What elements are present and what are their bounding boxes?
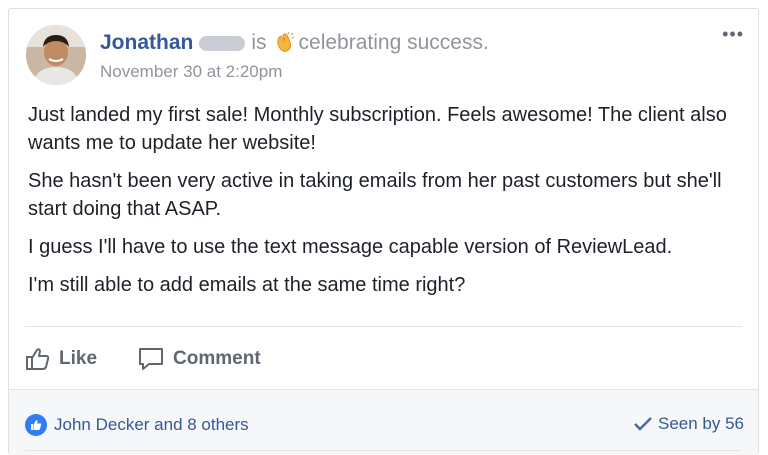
avatar-image — [26, 25, 86, 85]
divider — [25, 450, 742, 451]
post-header: Jonathan is celebrating success. — [100, 31, 489, 55]
seen-by[interactable]: Seen by 56 — [634, 414, 744, 434]
reactors-text: John Decker and 8 others — [54, 415, 249, 434]
post-paragraph: I guess I'll have to use the text messag… — [28, 236, 673, 258]
like-reaction-icon — [25, 414, 47, 436]
like-button[interactable]: Like — [25, 347, 97, 371]
post-body: Just landed my first sale! Monthly subsc… — [28, 101, 750, 309]
post-paragraph: I'm still able to add emails at the same… — [28, 274, 466, 296]
post-footer: John Decker and 8 others Seen by 56 — [9, 389, 758, 455]
redacted-name — [199, 35, 246, 51]
seen-text: Seen by 56 — [657, 414, 744, 433]
reactions-summary[interactable]: John Decker and 8 others — [25, 414, 249, 436]
divider — [25, 326, 742, 327]
post-paragraph: She hasn't been very active in taking em… — [28, 170, 722, 220]
post-actions: Like Comment — [25, 339, 301, 379]
more-options-button[interactable]: ••• — [722, 25, 744, 43]
avatar[interactable] — [26, 25, 86, 85]
activity-text: celebrating success. — [298, 31, 489, 54]
comment-bubble-icon — [139, 348, 164, 370]
verb-text: is — [251, 31, 267, 54]
post-timestamp[interactable]: November 30 at 2:20pm — [100, 62, 282, 82]
comment-label: Comment — [173, 348, 261, 369]
post-paragraph: Just landed my first sale! Monthly subsc… — [28, 104, 727, 154]
clapping-hands-icon — [273, 31, 295, 54]
author-name[interactable]: Jonathan — [100, 31, 193, 55]
checkmark-icon — [634, 417, 652, 431]
thumbs-up-icon — [26, 348, 50, 370]
comment-button[interactable]: Comment — [137, 346, 261, 372]
post-card: Jonathan is celebrating success. Novembe… — [8, 8, 759, 455]
like-label: Like — [59, 348, 98, 369]
